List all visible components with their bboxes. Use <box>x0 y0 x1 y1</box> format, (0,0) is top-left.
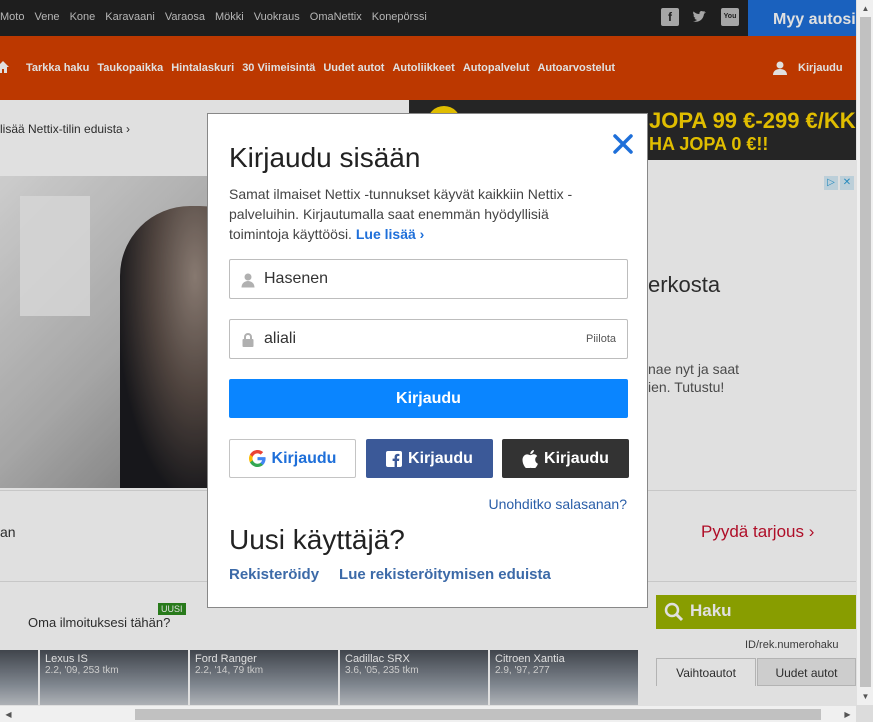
scroll-left-arrow[interactable]: ◀ <box>0 706 17 722</box>
login-title: Kirjaudu sisään <box>229 142 421 173</box>
password-input[interactable] <box>264 328 574 350</box>
scroll-up-arrow[interactable]: ▲ <box>857 0 873 17</box>
register-benefits-link[interactable]: Lue rekisteröitymisen eduista <box>339 566 551 583</box>
scrollbar-corner <box>856 705 873 722</box>
horizontal-scrollbar[interactable]: ◀ ▶ <box>0 705 856 722</box>
scroll-down-arrow[interactable]: ▼ <box>857 688 873 705</box>
lock-icon <box>242 333 254 347</box>
apple-login-button[interactable]: Kirjaudu <box>502 439 629 478</box>
facebook-login-label: Kirjaudu <box>408 449 473 467</box>
login-description: Samat ilmaiset Nettix -tunnukset käyvät … <box>229 186 573 242</box>
read-more-link[interactable]: Lue lisää › <box>356 226 424 242</box>
google-login-label: Kirjaudu <box>271 449 337 467</box>
apple-login-label: Kirjaudu <box>544 449 609 467</box>
login-submit-button[interactable]: Kirjaudu <box>229 379 628 418</box>
login-dialog: Kirjaudu sisään Samat ilmaiset Nettix -t… <box>207 113 648 608</box>
register-link[interactable]: Rekisteröidy <box>229 566 319 583</box>
hide-password-toggle[interactable]: Piilota <box>586 333 616 345</box>
close-icon[interactable] <box>611 132 635 156</box>
facebook-login-button[interactable]: Kirjaudu <box>366 439 493 478</box>
new-user-title: Uusi käyttäjä? <box>229 524 405 555</box>
vertical-scroll-thumb[interactable] <box>860 17 871 687</box>
register-links: Rekisteröidy Lue rekisteröitymisen eduis… <box>229 566 551 583</box>
user-icon <box>241 273 255 288</box>
google-login-button[interactable]: Kirjaudu <box>229 439 356 478</box>
apple-icon <box>522 449 538 468</box>
password-field[interactable]: Piilota <box>229 319 628 359</box>
forgot-password-link[interactable]: Unohditko salasanan? <box>488 496 627 512</box>
facebook-icon <box>386 450 403 467</box>
scroll-right-arrow[interactable]: ▶ <box>839 706 856 722</box>
username-input[interactable] <box>264 268 574 290</box>
vertical-scrollbar[interactable]: ▲ ▼ <box>856 0 873 705</box>
username-field[interactable] <box>229 259 628 299</box>
google-icon <box>248 450 266 467</box>
horizontal-scroll-thumb[interactable] <box>135 709 821 720</box>
